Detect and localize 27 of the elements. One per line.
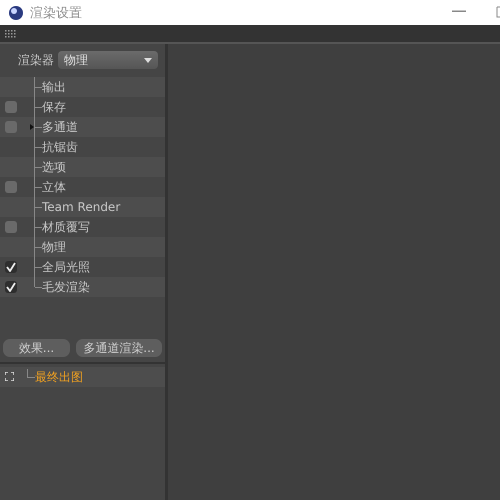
window-title: 渲染设置 [30, 4, 82, 22]
settings-item[interactable]: 抗锯齿 [42, 138, 78, 156]
multipass-render-button[interactable]: 多通道渲染... [76, 339, 162, 357]
renderer-dropdown[interactable]: 物理 [58, 51, 158, 69]
grip-icon[interactable] [5, 30, 17, 38]
settings-item[interactable]: 选项 [42, 158, 66, 176]
checkbox[interactable] [5, 101, 17, 113]
minimize-icon[interactable] [452, 10, 466, 13]
checkbox[interactable] [5, 181, 17, 193]
settings-item[interactable]: 材质覆写 [42, 218, 90, 236]
checkbox[interactable] [5, 261, 17, 273]
caret-icon [144, 58, 152, 62]
settings-item[interactable]: 立体 [42, 178, 66, 196]
expand-arrow-icon[interactable] [30, 124, 34, 130]
settings-item[interactable]: 物理 [42, 238, 66, 256]
renderer-label: 渲染器 [18, 52, 54, 68]
settings-item[interactable]: 多通道 [42, 118, 78, 136]
settings-item[interactable]: 输出 [42, 78, 66, 96]
settings-item[interactable]: 全局光照 [42, 258, 90, 276]
app-logo-icon [8, 4, 24, 20]
effects-button[interactable]: 效果... [3, 339, 70, 357]
checkbox[interactable] [5, 221, 17, 233]
maximize-icon[interactable] [496, 6, 500, 18]
checkbox[interactable] [5, 121, 17, 133]
settings-item[interactable]: 保存 [42, 98, 66, 116]
focus-icon [5, 372, 14, 381]
checkbox[interactable] [5, 281, 17, 293]
